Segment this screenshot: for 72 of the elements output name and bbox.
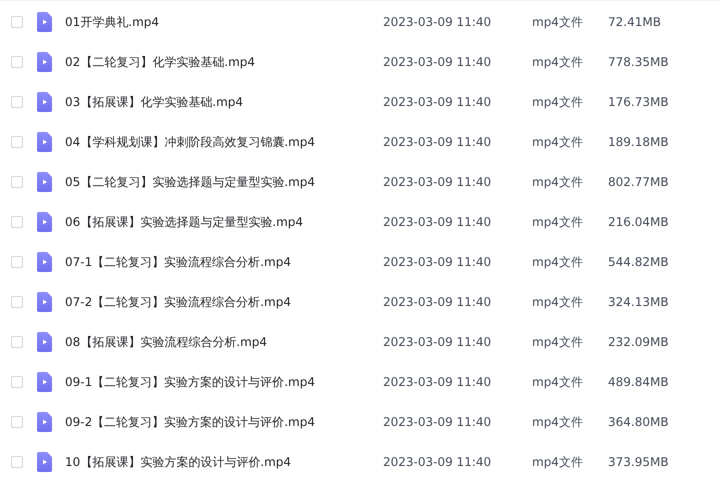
file-name[interactable]: 10【拓展课】实验方案的设计与评价.mp4 [65,454,383,470]
file-size: 778.35MB [608,55,670,69]
checkbox[interactable] [11,96,23,108]
video-file-icon [37,412,52,432]
checkbox[interactable] [11,456,23,468]
file-type: mp4文件 [532,294,584,310]
video-file-icon [37,252,52,272]
modified-time: 2023-03-09 11:40 [383,415,492,429]
file-name[interactable]: 01开学典礼.mp4 [65,14,383,30]
file-name[interactable]: 04【学科规划课】冲刺阶段高效复习锦囊.mp4 [65,134,383,150]
modified-time: 2023-03-09 11:40 [383,375,492,389]
file-type: mp4文件 [532,374,584,390]
checkbox[interactable] [11,16,23,28]
file-name[interactable]: 09-2【二轮复习】实验方案的设计与评价.mp4 [65,414,383,430]
modified-time: 2023-03-09 11:40 [383,335,492,349]
checkbox[interactable] [11,176,23,188]
file-type: mp4文件 [532,414,584,430]
file-name[interactable]: 02【二轮复习】化学实验基础.mp4 [65,54,383,70]
file-type: mp4文件 [532,14,584,30]
modified-time: 2023-03-09 11:40 [383,95,492,109]
file-size: 216.04MB [608,215,670,229]
video-file-icon [37,132,52,152]
file-name[interactable]: 09-1【二轮复习】实验方案的设计与评价.mp4 [65,374,383,390]
file-size: 364.80MB [608,415,670,429]
checkbox[interactable] [11,376,23,388]
checkbox[interactable] [11,296,23,308]
video-file-icon [37,52,52,72]
file-size: 72.41MB [608,15,662,29]
file-name[interactable]: 06【拓展课】实验选择题与定量型实验.mp4 [65,214,383,230]
video-file-icon [37,212,52,232]
checkbox[interactable] [11,256,23,268]
video-file-icon [37,12,52,32]
file-type: mp4文件 [532,214,584,230]
video-file-icon [37,92,52,112]
video-file-icon [37,172,52,192]
file-name[interactable]: 03【拓展课】化学实验基础.mp4 [65,94,383,110]
file-size: 373.95MB [608,455,670,469]
file-type: mp4文件 [532,94,584,110]
modified-time: 2023-03-09 11:40 [383,135,492,149]
video-file-icon [37,292,52,312]
checkbox[interactable] [11,56,23,68]
file-name[interactable]: 08【拓展课】实验流程综合分析.mp4 [65,334,383,350]
file-size: 802.77MB [608,175,670,189]
file-size: 189.18MB [608,135,670,149]
file-size: 176.73MB [608,95,670,109]
video-file-icon [37,372,52,392]
modified-time: 2023-03-09 11:40 [383,295,492,309]
modified-time: 2023-03-09 11:40 [383,55,492,69]
file-size: 544.82MB [608,255,670,269]
file-type: mp4文件 [532,134,584,150]
file-size: 324.13MB [608,295,670,309]
file-size: 232.09MB [608,335,670,349]
file-name[interactable]: 05【二轮复习】实验选择题与定量型实验.mp4 [65,174,383,190]
file-type: mp4文件 [532,454,584,470]
modified-time: 2023-03-09 11:40 [383,455,492,469]
video-file-icon [37,452,52,472]
checkbox[interactable] [11,416,23,428]
file-name[interactable]: 07-2【二轮复习】实验流程综合分析.mp4 [65,294,383,310]
checkbox[interactable] [11,216,23,228]
modified-time: 2023-03-09 11:40 [383,255,492,269]
file-type: mp4文件 [532,54,584,70]
file-type: mp4文件 [532,334,584,350]
modified-time: 2023-03-09 11:40 [383,215,492,229]
modified-time: 2023-03-09 11:40 [383,15,492,29]
file-size: 489.84MB [608,375,670,389]
file-name[interactable]: 07-1【二轮复习】实验流程综合分析.mp4 [65,254,383,270]
modified-time: 2023-03-09 11:40 [383,175,492,189]
checkbox[interactable] [11,336,23,348]
file-type: mp4文件 [532,174,584,190]
video-file-icon [37,332,52,352]
checkbox[interactable] [11,136,23,148]
file-type: mp4文件 [532,254,584,270]
